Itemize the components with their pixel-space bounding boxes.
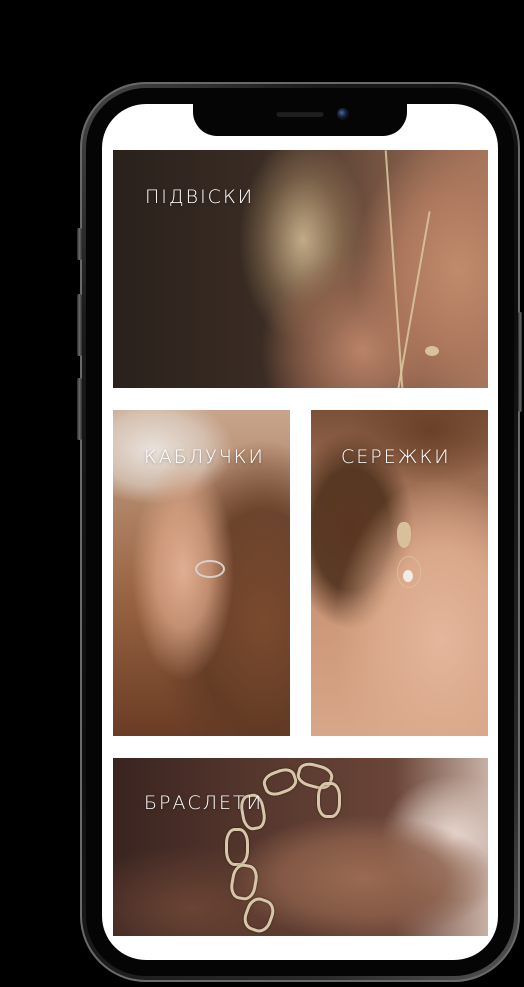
- bracelet-link-image: [317, 782, 341, 818]
- pearl-image: [403, 570, 413, 582]
- bracelet-link-image: [228, 862, 260, 902]
- category-tile-rings[interactable]: КАБЛУЧКИ: [113, 410, 290, 736]
- ring-image: [195, 560, 225, 578]
- category-tile-earrings[interactable]: СЕРЕЖКИ: [311, 410, 488, 736]
- bracelet-link-image: [225, 828, 249, 866]
- bracelet-link-image: [259, 764, 301, 800]
- category-tile-pendants[interactable]: ПІДВІСКИ: [113, 150, 488, 388]
- earring-image: [397, 522, 411, 548]
- category-label-earrings: СЕРЕЖКИ: [341, 446, 451, 468]
- front-camera: [337, 108, 349, 120]
- necklace-chain-image: [397, 211, 431, 388]
- mute-switch: [77, 228, 82, 260]
- volume-down-button: [77, 378, 82, 440]
- necklace-chain-image: [384, 150, 404, 388]
- pendant-charm-image: [425, 346, 439, 356]
- volume-up-button: [77, 294, 82, 356]
- power-button: [518, 312, 522, 412]
- category-tile-bracelets[interactable]: БРАСЛЕТИ: [113, 758, 488, 936]
- speaker-grille: [276, 111, 324, 117]
- bracelet-link-image: [240, 894, 278, 936]
- category-label-rings: КАБЛУЧКИ: [144, 446, 265, 468]
- category-label-bracelets: БРАСЛЕТИ: [144, 792, 263, 814]
- category-label-pendants: ПІДВІСКИ: [145, 186, 255, 208]
